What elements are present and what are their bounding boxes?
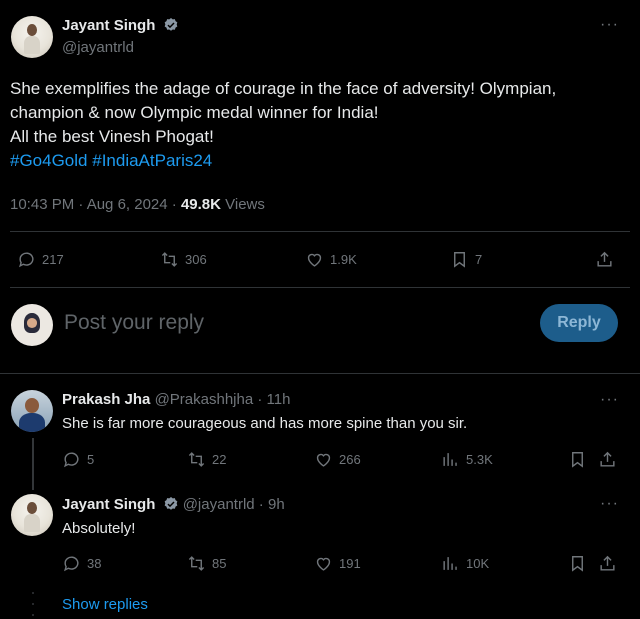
repost-count: 85 [212,556,227,571]
tweet-line: All the best Vinesh Phogat! [10,127,214,146]
views-action[interactable]: 10K [441,554,489,573]
repost-icon [188,556,205,571]
reply-button[interactable]: Reply [540,304,618,342]
reply-count: 217 [42,252,64,267]
repost-action[interactable]: 85 [187,554,226,573]
divider [0,373,640,374]
views-icon [443,453,457,466]
like-icon [316,453,331,467]
bookmark-action[interactable] [568,450,587,469]
reply-time[interactable]: · 11h [253,391,290,408]
views-count: 10K [466,556,490,571]
reply-count: 5 [87,452,95,467]
timestamp[interactable]: 10:43 PM · Aug 6, 2024 · [10,196,181,213]
author-name[interactable]: Jayant Singh [62,496,155,513]
reply-header: Prakash Jha @Prakashhjha · 11h [62,391,290,408]
views-count: 5.3K [466,452,493,467]
reply-count: 38 [87,556,102,571]
verified-badge-icon [164,497,177,510]
bookmark-count: 7 [475,252,483,267]
reply-icon [64,452,79,468]
bookmark-action[interactable] [568,554,587,573]
bookmark-icon [572,556,583,572]
bookmark-icon [572,452,583,468]
repost-icon [161,252,178,267]
like-action[interactable]: 266 [314,450,361,469]
like-icon [307,253,322,267]
like-action[interactable]: 191 [314,554,361,573]
repost-action[interactable]: 22 [187,450,226,469]
more-icon[interactable]: ··· [600,391,619,409]
thread-dots [31,592,35,616]
repost-count: 306 [185,252,207,267]
reply-text: She is far more courageous and has more … [62,415,468,432]
hashtag-link[interactable]: #IndiaAtParis24 [92,151,212,170]
avatar[interactable] [11,16,53,58]
tweet-line: She exemplifies the adage of courage in … [10,79,557,98]
like-count: 266 [339,452,361,467]
repost-icon [188,452,205,467]
views-count: 49.8K [180,196,221,213]
show-replies-link[interactable]: Show replies [62,596,148,613]
bookmark-action[interactable]: 7 [450,250,482,269]
author-handle[interactable]: @jayantrld [62,39,134,56]
share-icon [597,251,612,267]
more-icon[interactable]: ··· [600,16,619,34]
more-icon[interactable]: ··· [600,495,619,513]
reply-text: Absolutely! [62,520,136,537]
reply-action[interactable]: 38 [62,554,101,573]
reply-icon [64,556,79,572]
reply-input[interactable]: Post your reply [64,311,204,335]
author-handle[interactable]: @Prakashhjha [155,391,254,408]
thread-dot [32,614,34,616]
share-action[interactable] [598,450,617,469]
thread-dot [32,592,34,594]
divider [10,231,630,232]
reply-time[interactable]: · 9h [255,496,285,513]
avatar[interactable] [11,494,53,536]
like-action[interactable]: 1.9K [305,250,357,269]
tweet-line: champion & now Olympic medal winner for … [10,103,379,122]
tweet-text: She exemplifies the adage of courage in … [10,77,630,173]
avatar[interactable] [11,390,53,432]
tweet-meta: 10:43 PM · Aug 6, 2024 · 49.8K Views [10,196,265,213]
share-icon [600,555,615,571]
repost-count: 22 [212,452,227,467]
hashtags: #Go4Gold #IndiaAtParis24 [10,149,630,173]
like-count: 1.9K [330,252,357,267]
reply-header: Jayant Singh @jayantrld · 9h [62,496,285,513]
author-handle[interactable]: @jayantrld [183,496,255,513]
avatar[interactable] [11,304,53,346]
thread-connector [32,438,34,490]
like-count: 191 [339,556,361,571]
author-name-row[interactable]: Jayant Singh [62,17,179,35]
views-label: Views [220,196,265,213]
bookmark-icon [454,252,465,268]
reply-action[interactable]: 5 [62,450,94,469]
divider [10,287,630,288]
reply-icon [19,252,34,268]
views-action[interactable]: 5.3K [441,450,493,469]
share-action[interactable] [595,250,614,269]
author-name[interactable]: Prakash Jha [62,391,150,408]
share-action[interactable] [598,554,617,573]
views-icon [443,557,457,570]
hashtag-link[interactable]: #Go4Gold [10,151,88,170]
thread-dot [32,603,34,605]
share-icon [600,451,615,467]
reply-action[interactable]: 217 [17,250,64,269]
author-name[interactable]: Jayant Singh [62,17,155,34]
repost-action[interactable]: 306 [160,250,207,269]
verified-badge-icon [164,18,178,31]
like-icon [316,557,331,571]
